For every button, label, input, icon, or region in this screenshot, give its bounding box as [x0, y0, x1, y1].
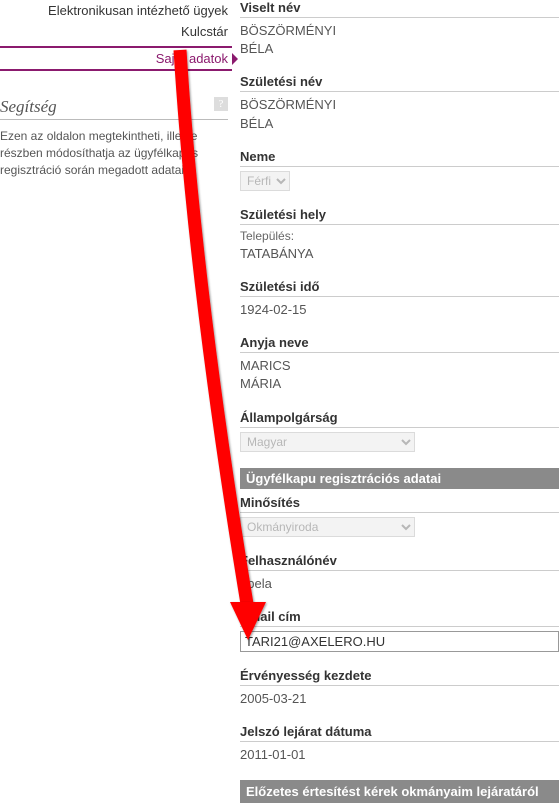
- value-jelszo-lejarat: 2011-01-01: [240, 746, 559, 764]
- value-anyja-neve-2: MÁRIA: [240, 375, 559, 393]
- label-neme: Neme: [240, 149, 559, 167]
- label-ervenyesseg: Érvényesség kezdete: [240, 668, 559, 686]
- value-ervenyesseg: 2005-03-21: [240, 690, 559, 708]
- value-szuletesi-nev-2: BÉLA: [240, 115, 559, 133]
- field-szuletesi-hely: Születési hely Település: TATABÁNYA: [240, 207, 559, 263]
- label-viselt-nev: Viselt név: [240, 0, 559, 18]
- label-email: Email cím: [240, 609, 559, 627]
- section-ertesites: Előzetes értesítést kérek okmányaim lejá…: [240, 780, 559, 803]
- nav-list: Elektronikusan intézhető ügyek Kulcstár …: [0, 0, 232, 71]
- content: Viselt név BÖSZÖRMÉNYI BÉLA Születési né…: [232, 0, 559, 797]
- field-anyja-neve: Anyja neve MARICS MÁRIA: [240, 335, 559, 393]
- sub-telepules: Település:: [240, 229, 559, 243]
- value-viselt-nev-1: BÖSZÖRMÉNYI: [240, 22, 559, 40]
- label-szuletesi-ido: Születési idő: [240, 279, 559, 297]
- value-felhasznalonev: bbela: [240, 575, 559, 593]
- nav-item-sajat-adatok[interactable]: Saját adatok: [0, 46, 232, 71]
- value-szuletesi-nev-1: BÖSZÖRMÉNYI: [240, 96, 559, 114]
- field-neme: Neme Férfi: [240, 149, 559, 191]
- help-box: Segítség ? Ezen az oldalon megtekintheti…: [0, 97, 232, 178]
- label-szuletesi-nev: Születési név: [240, 74, 559, 92]
- value-szuletesi-ido: 1924-02-15: [240, 301, 559, 319]
- nav-item-elektronikus[interactable]: Elektronikusan intézhető ügyek: [0, 0, 232, 21]
- field-minosites: Minősítés Okmányiroda: [240, 495, 559, 537]
- help-icon: ?: [214, 97, 228, 111]
- label-szuletesi-hely: Születési hely: [240, 207, 559, 225]
- field-allampolgarsag: Állampolgárság Magyar: [240, 410, 559, 452]
- sidebar: Elektronikusan intézhető ügyek Kulcstár …: [0, 0, 232, 797]
- select-minosites[interactable]: Okmányiroda: [240, 517, 415, 537]
- help-text: Ezen az oldalon megtekintheti, illetve r…: [0, 128, 228, 178]
- value-szuletesi-hely: TATABÁNYA: [240, 245, 559, 263]
- section-reg-adatok: Ügyfélkapu regisztrációs adatai: [240, 468, 559, 489]
- label-felhasznalonev: Felhasználónév: [240, 553, 559, 571]
- field-felhasznalonev: Felhasználónév bbela: [240, 553, 559, 593]
- field-ervenyesseg: Érvényesség kezdete 2005-03-21: [240, 668, 559, 708]
- select-neme[interactable]: Férfi: [240, 171, 290, 191]
- value-anyja-neve-1: MARICS: [240, 357, 559, 375]
- value-viselt-nev-2: BÉLA: [240, 40, 559, 58]
- help-title: Segítség ?: [0, 97, 228, 120]
- nav-item-kulcstar[interactable]: Kulcstár: [0, 21, 232, 42]
- field-szuletesi-ido: Születési idő 1924-02-15: [240, 279, 559, 319]
- label-allampolgarsag: Állampolgárság: [240, 410, 559, 428]
- select-allampolgarsag[interactable]: Magyar: [240, 432, 415, 452]
- field-viselt-nev: Viselt név BÖSZÖRMÉNYI BÉLA: [240, 0, 559, 58]
- field-jelszo-lejarat: Jelszó lejárat dátuma 2011-01-01: [240, 724, 559, 764]
- input-email[interactable]: [240, 631, 559, 652]
- label-anyja-neve: Anyja neve: [240, 335, 559, 353]
- label-jelszo-lejarat: Jelszó lejárat dátuma: [240, 724, 559, 742]
- field-szuletesi-nev: Születési név BÖSZÖRMÉNYI BÉLA: [240, 74, 559, 132]
- label-minosites: Minősítés: [240, 495, 559, 513]
- field-email: Email cím: [240, 609, 559, 652]
